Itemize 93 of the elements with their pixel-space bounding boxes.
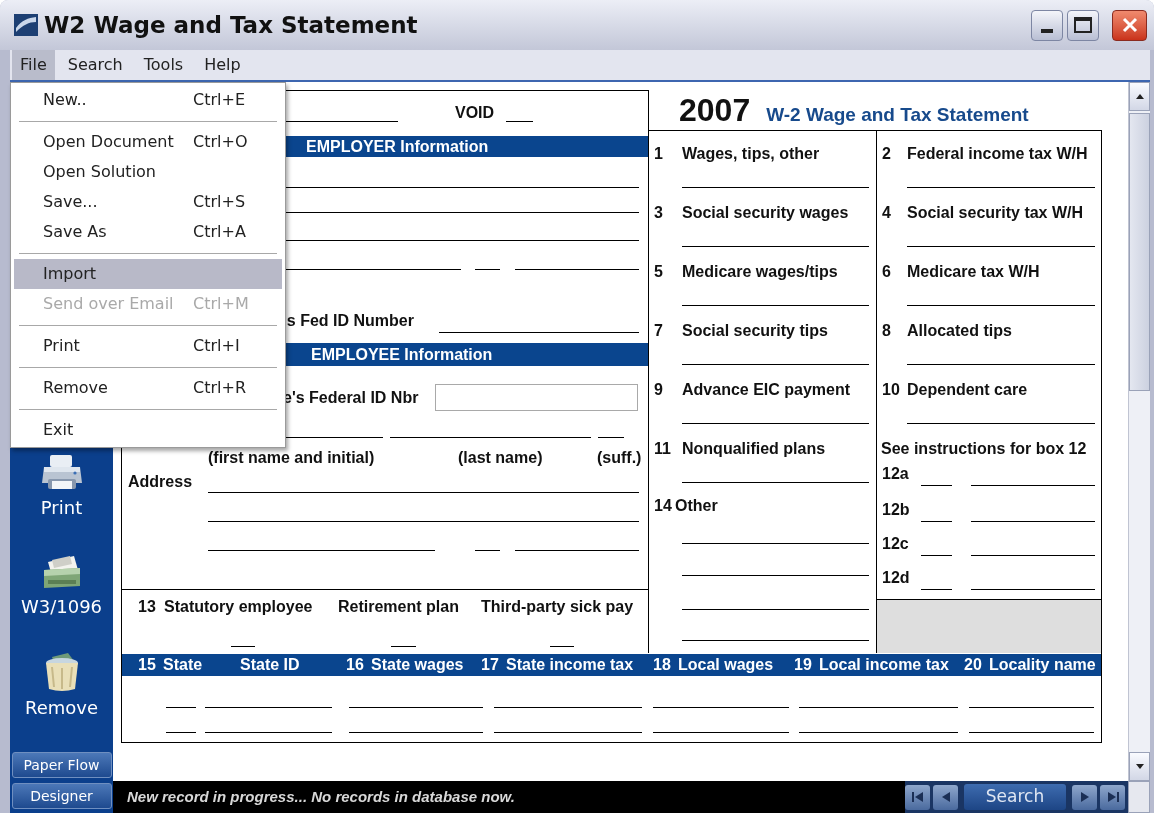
- field-label: Medicare wages/tips: [682, 263, 838, 281]
- box-number: 20: [964, 655, 983, 675]
- field-label: Retirement plan: [338, 598, 460, 616]
- field-label: Dependent care: [907, 381, 1028, 399]
- scrollbar-thumb[interactable]: [1129, 113, 1150, 391]
- form-year: 2007: [679, 92, 751, 128]
- field-label: Social security tax W/H: [907, 204, 1084, 222]
- menu-item[interactable]: Import: [14, 259, 282, 289]
- field-label: Medicare tax W/H: [907, 263, 1040, 281]
- menu-item[interactable]: Remove Ctrl+R: [14, 373, 282, 403]
- menu-item[interactable]: Exit: [14, 415, 282, 445]
- close-icon: [1121, 17, 1138, 33]
- next-record-button[interactable]: [1072, 784, 1097, 810]
- menu-item[interactable]: File: [12, 50, 55, 80]
- box-number: 15: [138, 655, 157, 675]
- field-label: (first name and initial): [208, 449, 376, 467]
- sidebar-button[interactable]: Print: [13, 453, 110, 552]
- first-record-button[interactable]: [905, 784, 930, 810]
- field-label: Other: [675, 497, 718, 515]
- scroll-down-button[interactable]: [1129, 752, 1150, 781]
- menu-item[interactable]: Open Solution: [14, 157, 282, 187]
- menu-item[interactable]: New.. Ctrl+E: [14, 85, 282, 115]
- menu-item[interactable]: Help: [196, 50, 249, 80]
- maximize-button[interactable]: [1067, 9, 1099, 41]
- box-number: 10: [881, 381, 901, 399]
- column-header: State: [163, 655, 203, 675]
- box-number: 16: [346, 655, 365, 675]
- field-label: (suff.): [597, 449, 642, 467]
- column-header: State wages: [371, 655, 464, 675]
- box-code: 12b: [881, 501, 911, 520]
- box-number: 8: [881, 322, 892, 340]
- box-number: 19: [794, 655, 813, 675]
- box-number: 2: [881, 145, 892, 163]
- minimize-button[interactable]: [1031, 9, 1063, 41]
- field-label: Federal income tax W/H: [907, 145, 1088, 163]
- field-label: Third-party sick pay: [481, 598, 634, 616]
- column-header: State ID: [240, 655, 300, 675]
- field-label: (last name): [458, 449, 544, 467]
- column-header: Locality name: [989, 655, 1096, 675]
- field-label: See instructions for box 12: [880, 439, 1088, 458]
- box-code: 12d: [881, 569, 911, 588]
- box-number: 17: [481, 655, 500, 675]
- scroll-up-button[interactable]: [1129, 82, 1150, 111]
- menu-item[interactable]: Tools: [135, 50, 192, 80]
- box-number: 4: [881, 204, 892, 222]
- window-title: W2 Wage and Tax Statement: [44, 10, 418, 40]
- minimize-icon: [1041, 29, 1053, 33]
- close-button[interactable]: [1112, 9, 1147, 41]
- column-header: Local wages: [678, 655, 774, 675]
- menu-item[interactable]: Save As Ctrl+A: [14, 217, 282, 247]
- maximize-icon: [1074, 17, 1092, 33]
- status-message: New record in progress... No records in database now.: [126, 786, 516, 807]
- sidebar-tab[interactable]: Designer: [11, 783, 112, 809]
- field-label: Address: [128, 473, 194, 492]
- box-number: 3: [653, 204, 664, 222]
- void-label: VOID: [455, 104, 495, 122]
- box-number: 9: [653, 381, 664, 399]
- box-number: 7: [653, 322, 664, 340]
- field-label: Nonqualified plans: [682, 440, 826, 458]
- field-label: Social security wages: [682, 204, 849, 222]
- box-code: 12c: [881, 535, 910, 554]
- form-title: W-2 Wage and Tax Statement: [766, 103, 1029, 127]
- previous-icon: [940, 791, 951, 803]
- last-record-button[interactable]: [1100, 784, 1125, 810]
- sidebar-button[interactable]: W3/1096: [13, 552, 110, 651]
- menu-item[interactable]: Save... Ctrl+S: [14, 187, 282, 217]
- box-number: 11: [653, 440, 672, 458]
- skip-start-icon: [911, 791, 924, 803]
- down-arrow-icon: [1135, 764, 1144, 769]
- sidebar-button[interactable]: Remove: [13, 651, 110, 750]
- column-header: State income tax: [506, 655, 634, 675]
- box-number: 6: [881, 263, 892, 281]
- skip-end-icon: [1106, 791, 1119, 803]
- box-number: 14: [653, 497, 673, 515]
- field-label: Social security tips: [682, 322, 828, 340]
- sidebar-tab[interactable]: Paper Flow: [11, 752, 112, 778]
- next-icon: [1079, 791, 1090, 803]
- field-label: Wages, tips, other: [682, 145, 820, 163]
- box-code: 12a: [881, 465, 910, 484]
- up-arrow-icon: [1135, 94, 1144, 99]
- field-label: Allocated tips: [907, 322, 1012, 340]
- previous-record-button[interactable]: [933, 784, 958, 810]
- box-number: 18: [653, 655, 672, 675]
- search-button[interactable]: Search: [964, 784, 1066, 810]
- column-header: Local income tax: [819, 655, 949, 675]
- field-label: Statutory employee: [164, 598, 314, 616]
- app-icon: [14, 14, 38, 36]
- box-number: 13: [138, 598, 157, 616]
- box-number: 5: [653, 263, 664, 281]
- menu-item[interactable]: Search: [59, 50, 131, 80]
- input-field[interactable]: [435, 384, 638, 411]
- field-label: Advance EIC payment: [682, 381, 851, 399]
- box-number: 1: [653, 145, 664, 163]
